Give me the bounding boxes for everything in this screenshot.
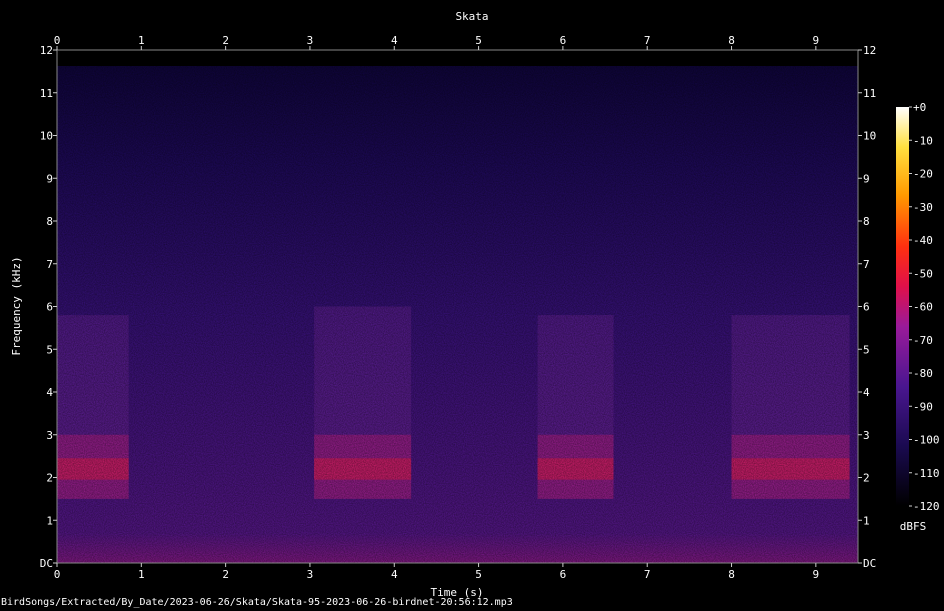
x-bottom-tick-label: 9 bbox=[813, 568, 820, 581]
colorbar-tick-label: -10 bbox=[913, 134, 933, 147]
y-left-tick-label: 8 bbox=[46, 215, 53, 228]
x-top-tick-label: 9 bbox=[813, 34, 820, 47]
y-left-tick-label: 12 bbox=[40, 44, 53, 57]
y-left-tick-label: 11 bbox=[40, 87, 53, 100]
colorbar-tick-label: -20 bbox=[913, 168, 933, 181]
colorbar-tick-label: -60 bbox=[913, 301, 933, 314]
file-path: BirdSongs/Extracted/By_Date/2023-06-26/S… bbox=[1, 597, 513, 608]
colorbar-tick-label: -50 bbox=[913, 267, 933, 280]
x-bottom-tick-label: 0 bbox=[54, 568, 61, 581]
chart-title: Skata bbox=[455, 10, 488, 23]
colorbar-tick-label: -100 bbox=[913, 434, 940, 447]
x-bottom-tick-label: 6 bbox=[560, 568, 567, 581]
x-bottom-tick-label: 7 bbox=[644, 568, 651, 581]
y-left-tick-label: 4 bbox=[46, 386, 53, 399]
x-axis-top: 0 1 2 3 4 5 6 7 8 9 bbox=[54, 34, 819, 50]
colorbar-tick-label: -90 bbox=[913, 400, 933, 413]
y-right-tick-label: 1 bbox=[863, 514, 870, 527]
y-axis-left: DC123456789101112 bbox=[40, 44, 57, 570]
y-left-tick-label: DC bbox=[40, 557, 53, 570]
y-right-tick-label: DC bbox=[863, 557, 876, 570]
x-bottom-tick-label: 4 bbox=[391, 568, 398, 581]
x-axis-bottom: 0 1 2 3 4 5 6 7 8 9 bbox=[54, 563, 819, 581]
y-right-tick-label: 9 bbox=[863, 172, 870, 185]
colorbar-label: dBFS bbox=[900, 520, 927, 533]
spectrogram-texture bbox=[57, 66, 858, 563]
y-right-tick-label: 4 bbox=[863, 386, 870, 399]
x-bottom-tick-label: 2 bbox=[222, 568, 229, 581]
x-top-tick-label: 0 bbox=[54, 34, 61, 47]
y-right-tick-label: 2 bbox=[863, 472, 870, 485]
colorbar-tick-label: -80 bbox=[913, 367, 933, 380]
y-axis-label: Frequency (kHz) bbox=[10, 256, 23, 355]
x-top-tick-label: 2 bbox=[222, 34, 229, 47]
y-axis-right: DC123456789101112 bbox=[858, 44, 876, 570]
y-right-tick-label: 3 bbox=[863, 429, 870, 442]
y-left-tick-label: 5 bbox=[46, 343, 53, 356]
x-bottom-tick-label: 3 bbox=[307, 568, 314, 581]
colorbar-tick-label: -40 bbox=[913, 234, 933, 247]
y-left-tick-label: 10 bbox=[40, 130, 53, 143]
x-top-tick-label: 6 bbox=[560, 34, 567, 47]
y-left-tick-label: 1 bbox=[46, 514, 53, 527]
colorbar-tick-label: -70 bbox=[913, 334, 933, 347]
y-right-tick-label: 6 bbox=[863, 301, 870, 314]
x-top-tick-label: 7 bbox=[644, 34, 651, 47]
y-left-tick-label: 6 bbox=[46, 301, 53, 314]
colorbar-tick-label: -120 bbox=[913, 500, 940, 513]
colorbar-ticks: +0 -10 -20 -30 -40 -50 -60 -70 -80 -90 -100 -110 -12… bbox=[909, 101, 940, 513]
colorbar-tick-label: +0 bbox=[913, 101, 926, 114]
x-bottom-tick-label: 8 bbox=[728, 568, 735, 581]
y-right-tick-label: 12 bbox=[863, 44, 876, 57]
x-top-tick-label: 1 bbox=[138, 34, 145, 47]
y-right-tick-label: 10 bbox=[863, 130, 876, 143]
y-right-tick-label: 7 bbox=[863, 258, 870, 271]
x-top-tick-label: 8 bbox=[728, 34, 735, 47]
colorbar-tick-label: -110 bbox=[913, 467, 940, 480]
spectrogram-chart: 0123456789 0123456789 DC123456789101112 … bbox=[10, 10, 940, 599]
y-left-tick-label: 2 bbox=[46, 472, 53, 485]
y-left-tick-label: 7 bbox=[46, 258, 53, 271]
y-left-tick-label: 3 bbox=[46, 429, 53, 442]
y-right-tick-label: 5 bbox=[863, 343, 870, 356]
y-right-tick-label: 11 bbox=[863, 87, 876, 100]
x-bottom-tick-label: 1 bbox=[138, 568, 145, 581]
x-top-tick-label: 3 bbox=[307, 34, 314, 47]
x-bottom-tick-label: 5 bbox=[475, 568, 482, 581]
x-top-tick-label: 4 bbox=[391, 34, 398, 47]
colorbar-tick-label: -30 bbox=[913, 201, 933, 214]
y-left-tick-label: 9 bbox=[46, 172, 53, 185]
colorbar bbox=[896, 107, 909, 506]
x-top-tick-label: 5 bbox=[475, 34, 482, 47]
y-right-tick-label: 8 bbox=[863, 215, 870, 228]
